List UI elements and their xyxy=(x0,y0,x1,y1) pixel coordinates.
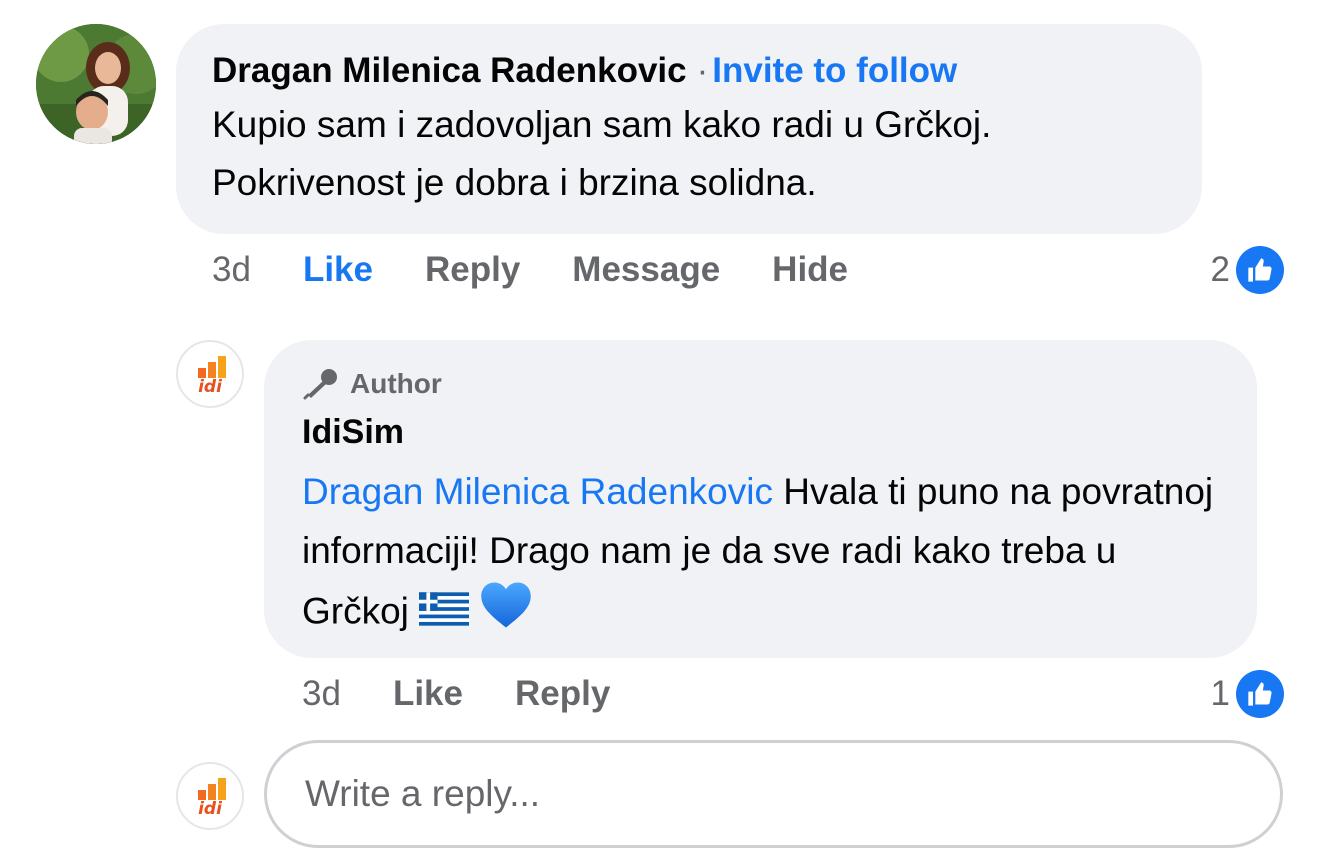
idi-logo-avatar: idi xyxy=(198,356,226,397)
thumbs-up-icon xyxy=(1236,670,1284,718)
reply-timestamp[interactable]: 3d xyxy=(302,674,341,714)
commenter-name[interactable]: Dragan Milenica Radenkovic xyxy=(212,51,687,90)
mention-link[interactable]: Dragan Milenica Radenkovic xyxy=(302,471,773,512)
svg-text:idi: idi xyxy=(198,799,223,819)
reply-button[interactable]: Reply xyxy=(425,250,520,290)
author-badge-label: Author xyxy=(350,368,442,399)
comment-header: Dragan Milenica Radenkovic · Invite to fol… xyxy=(212,50,1166,92)
couple-photo-avatar xyxy=(36,24,156,144)
author-badge: Author xyxy=(302,364,1221,404)
invite-to-follow-link[interactable]: Invite to follow xyxy=(712,51,957,90)
comment-actions: 3d Like Reply Message Hide xyxy=(212,250,900,290)
comment-timestamp[interactable]: 3d xyxy=(212,250,251,290)
reply-text: Dragan Milenica Radenkovic Hvala ti puno… xyxy=(302,462,1221,647)
reply-composer[interactable] xyxy=(264,740,1283,848)
reply-reply-button[interactable]: Reply xyxy=(515,674,610,714)
comment-bubble: Dragan Milenica Radenkovic · Invite to fol… xyxy=(176,24,1202,234)
idisim-avatar[interactable]: idi xyxy=(176,340,244,408)
reply-reaction-count: 1 xyxy=(1210,674,1230,713)
reply-reactions[interactable]: 1 xyxy=(1211,670,1284,718)
like-button[interactable]: Like xyxy=(303,250,373,290)
reply-like-button[interactable]: Like xyxy=(393,674,463,714)
reply-author-name[interactable]: IdiSim xyxy=(302,410,1221,454)
idi-logo-avatar: idi xyxy=(198,778,226,819)
reply-bubble: Author IdiSim Dragan Milenica Radenkovic… xyxy=(264,340,1257,658)
greek-flag-emoji xyxy=(418,584,469,643)
hide-button[interactable]: Hide xyxy=(772,250,848,290)
reaction-count: 2 xyxy=(1210,250,1230,289)
blue-heart-emoji xyxy=(479,580,533,647)
message-button[interactable]: Message xyxy=(572,250,720,290)
composer-avatar: idi xyxy=(176,762,244,830)
commenter-avatar[interactable] xyxy=(36,24,156,144)
microphone-icon xyxy=(303,369,337,400)
comment-reactions[interactable]: 2 xyxy=(1211,246,1284,294)
svg-text:idi: idi xyxy=(198,377,223,397)
comment-text: Kupio sam i zadovoljan sam kako radi u G… xyxy=(212,104,992,203)
reply-actions: 3d Like Reply xyxy=(302,674,662,714)
thumbs-up-icon xyxy=(1236,246,1284,294)
separator-dot: · xyxy=(696,51,709,90)
reply-input[interactable] xyxy=(303,772,1244,816)
